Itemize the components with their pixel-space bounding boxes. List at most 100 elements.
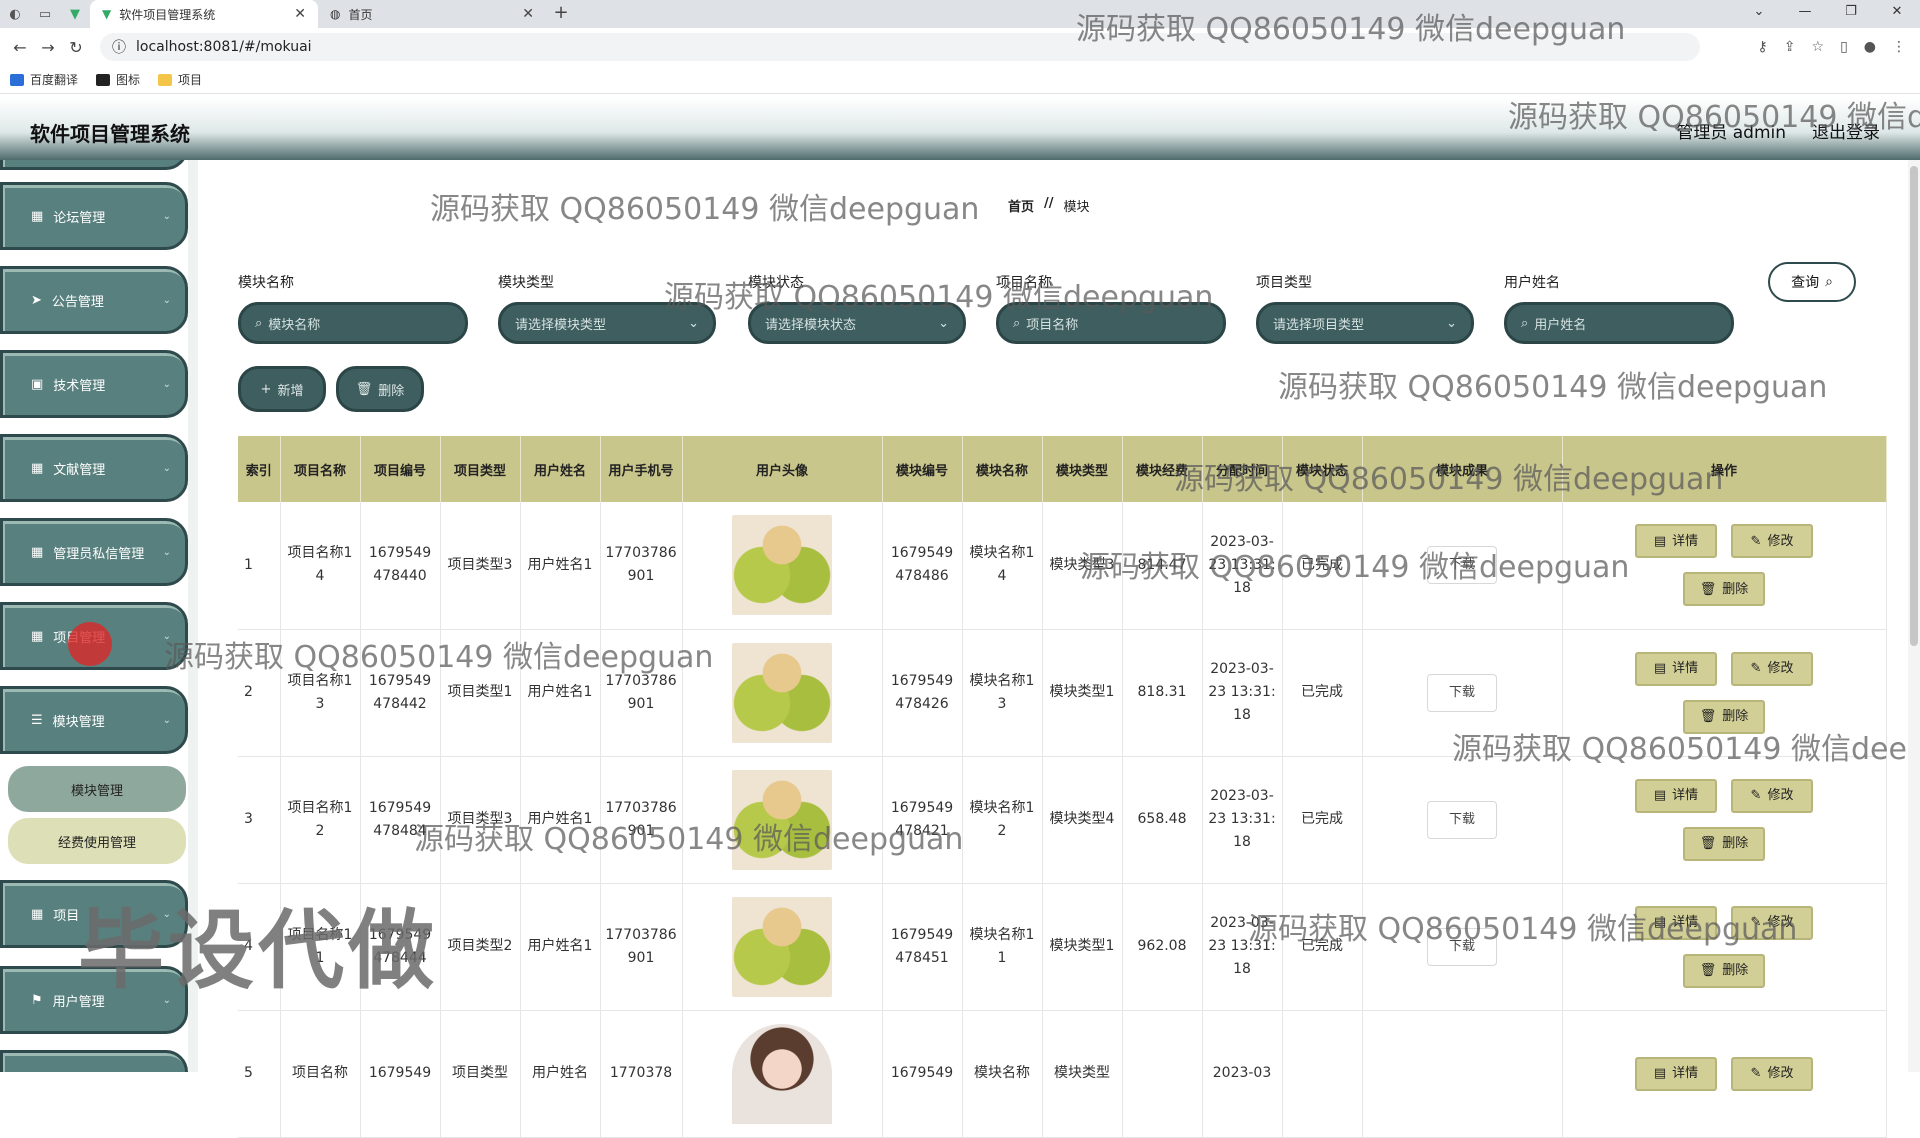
sidebar-item-messages[interactable]: ▦ 管理员私信管理 ⌄	[0, 518, 188, 586]
sidebar-subitem-modules[interactable]: 模块管理	[8, 766, 186, 812]
profile-icon[interactable]: ●	[1864, 39, 1876, 55]
edit-button[interactable]: ✎ 修改	[1731, 524, 1813, 559]
edit-button[interactable]: ✎ 修改	[1731, 1056, 1813, 1091]
bookmark-item[interactable]: 图标	[96, 71, 140, 88]
detail-button[interactable]: ▤ 详情	[1635, 651, 1717, 686]
scrollbar-thumb[interactable]	[1910, 166, 1918, 646]
delete-button[interactable]: 🗑 删除	[336, 366, 424, 412]
avatar	[732, 642, 832, 743]
sidebar-item-notice[interactable]: ➤ 公告管理 ⌄	[0, 266, 188, 334]
sidebar-item-forum[interactable]: ▦ 论坛管理 ⌄	[0, 182, 188, 250]
sidepanel-icon[interactable]: ▯	[1840, 39, 1848, 55]
table-row[interactable]: 1 项目名称14 1679549478440 项目类型3 用户姓名1 1770378690…	[238, 502, 1887, 630]
detail-button[interactable]: ▤ 详情	[1635, 778, 1717, 813]
table-cell: 已完成	[1282, 629, 1363, 757]
watermark-text: 源码获取 QQ86050149 微信deepguan	[1452, 732, 1920, 767]
table-cell: 1679549	[360, 1010, 441, 1138]
sidebar-item-modules[interactable]: ☰ 模块管理 ⌄	[0, 686, 188, 754]
star-icon[interactable]: ☆	[1812, 39, 1825, 55]
close-window-button[interactable]: ✕	[1874, 0, 1920, 28]
bookmark-item[interactable]: 百度翻译	[10, 71, 78, 88]
detail-button[interactable]: ▤ 详情	[1635, 1056, 1717, 1091]
reload-icon[interactable]: ↻	[62, 38, 90, 57]
table-cell	[1282, 1010, 1363, 1138]
grid-icon: ▦	[31, 544, 44, 560]
row-delete-button[interactable]: 🗑 删除	[1683, 826, 1765, 861]
table-cell: 用户姓名1	[520, 502, 601, 630]
table-cell: 模块名称14	[962, 502, 1043, 630]
module-name-input[interactable]: ⌕ 模块名称	[238, 302, 468, 344]
share-icon[interactable]: ⇪	[1784, 39, 1796, 55]
download-button[interactable]: 下载	[1427, 673, 1497, 712]
table-cell: 模块名称12	[962, 756, 1043, 884]
minimize-button[interactable]: —	[1782, 0, 1828, 28]
table-row[interactable]: 5 项目名称 1679549 项目类型 用户姓名 1770378 1679549 模块名称 模块…	[238, 1010, 1887, 1138]
avatar	[732, 896, 832, 997]
bookmarks-bar: 百度翻译 图标 项目	[0, 66, 1920, 94]
user-name-input[interactable]: ⌕ 用户姓名	[1504, 302, 1734, 344]
row-delete-button[interactable]: 🗑 删除	[1683, 953, 1765, 988]
sidebar-item-hidden[interactable]	[0, 160, 188, 170]
table-cell: 5	[238, 1010, 281, 1138]
pencil-icon: ✎	[1750, 533, 1762, 549]
restore-button[interactable]: ❐	[1828, 0, 1874, 28]
sidebar-item-docs[interactable]: ▦ 文献管理 ⌄	[0, 434, 188, 502]
download-button[interactable]: 下载	[1427, 800, 1497, 839]
watermark-text: 源码获取 QQ86050149 微信deepguan	[1248, 912, 1798, 947]
forward-icon[interactable]: →	[34, 38, 62, 57]
breadcrumb: 首页 // 模块	[1008, 196, 1090, 215]
new-tab-button[interactable]: +	[546, 0, 576, 28]
filter-label: 模块名称	[238, 275, 294, 291]
table-cell: 658.48	[1122, 756, 1203, 884]
table-cell: 2023-03	[1202, 1010, 1283, 1138]
info-icon: ⓘ	[112, 40, 126, 56]
main-scrollbar[interactable]	[1908, 160, 1920, 1072]
row-delete-button[interactable]: 🗑 删除	[1683, 572, 1765, 607]
edit-button[interactable]: ✎ 修改	[1731, 651, 1813, 686]
watermark-text: 源码获取 QQ86050149 微信deepguan	[1080, 550, 1630, 585]
pinned-tab-icon[interactable]: ▼	[60, 0, 90, 28]
query-button[interactable]: 查询 ⌕	[1768, 262, 1856, 302]
table-cell: 模块类型	[1042, 1010, 1123, 1138]
edit-button[interactable]: ✎ 修改	[1731, 778, 1813, 813]
table-cell: 1679549	[882, 1010, 963, 1138]
avatar-cell	[682, 883, 883, 1011]
column-header: 用户姓名	[520, 436, 601, 502]
detail-button[interactable]: ▤ 详情	[1635, 524, 1717, 559]
pinned-tab-icon[interactable]: ▭	[30, 0, 60, 28]
table-cell: 1	[238, 502, 281, 630]
send-icon: ➤	[31, 292, 42, 308]
filter-label: 模块类型	[498, 275, 554, 291]
breadcrumb-home[interactable]: 首页	[1008, 196, 1034, 215]
key-icon[interactable]: ⚷	[1758, 39, 1768, 55]
table-cell: 2023-03-23 13:31:18	[1202, 629, 1283, 757]
actions-cell: ▤ 详情 ✎ 修改 🗑 删除	[1562, 756, 1887, 884]
close-tab-icon[interactable]: ✕	[294, 6, 306, 22]
browser-tab-active[interactable]: ▼ 软件项目管理系统 ✕	[90, 0, 318, 28]
globe-icon: ◍	[330, 7, 341, 21]
sliders-icon: ☰	[31, 712, 43, 728]
table-cell: 2023-03-23 13:31:18	[1202, 756, 1283, 884]
bookmark-item[interactable]: 项目	[158, 71, 202, 88]
back-icon[interactable]: ←	[6, 38, 34, 57]
close-tab-icon[interactable]: ✕	[522, 6, 534, 22]
sidebar-item-tech[interactable]: ▣ 技术管理 ⌄	[0, 350, 188, 418]
watermark-stamp: 毕设代做	[78, 901, 438, 1001]
add-button[interactable]: + 新增	[238, 366, 326, 412]
menu-icon[interactable]: ⋮	[1892, 39, 1906, 55]
actions-cell: ▤ 详情 ✎ 修改	[1562, 1010, 1887, 1138]
sidebar-subitem-funds[interactable]: 经费使用管理	[8, 818, 186, 864]
table-cell: 项目名称	[280, 1010, 361, 1138]
file-icon: ▤	[1653, 661, 1667, 676]
column-header: 项目编号	[360, 436, 441, 502]
browser-tab[interactable]: ◍ 首页 ✕	[318, 0, 546, 28]
sidebar-item-more[interactable]	[0, 1050, 188, 1072]
pinned-tab-icon[interactable]: ◐	[0, 0, 30, 28]
avatar-cell	[682, 1010, 883, 1138]
watermark-text: 源码获取 QQ86050149 微信deepguan	[414, 822, 964, 857]
project-type-select[interactable]: 请选择项目类型 ⌄	[1256, 302, 1474, 344]
tab-search-icon[interactable]: ⌄	[1736, 0, 1782, 28]
avatar	[732, 515, 832, 616]
browser-tab-bar: ◐ ▭ ▼ ▼ 软件项目管理系统 ✕ ◍ 首页 ✕ + ⌄ — ❐ ✕	[0, 0, 1920, 28]
pencil-icon: ✎	[1750, 1066, 1762, 1081]
